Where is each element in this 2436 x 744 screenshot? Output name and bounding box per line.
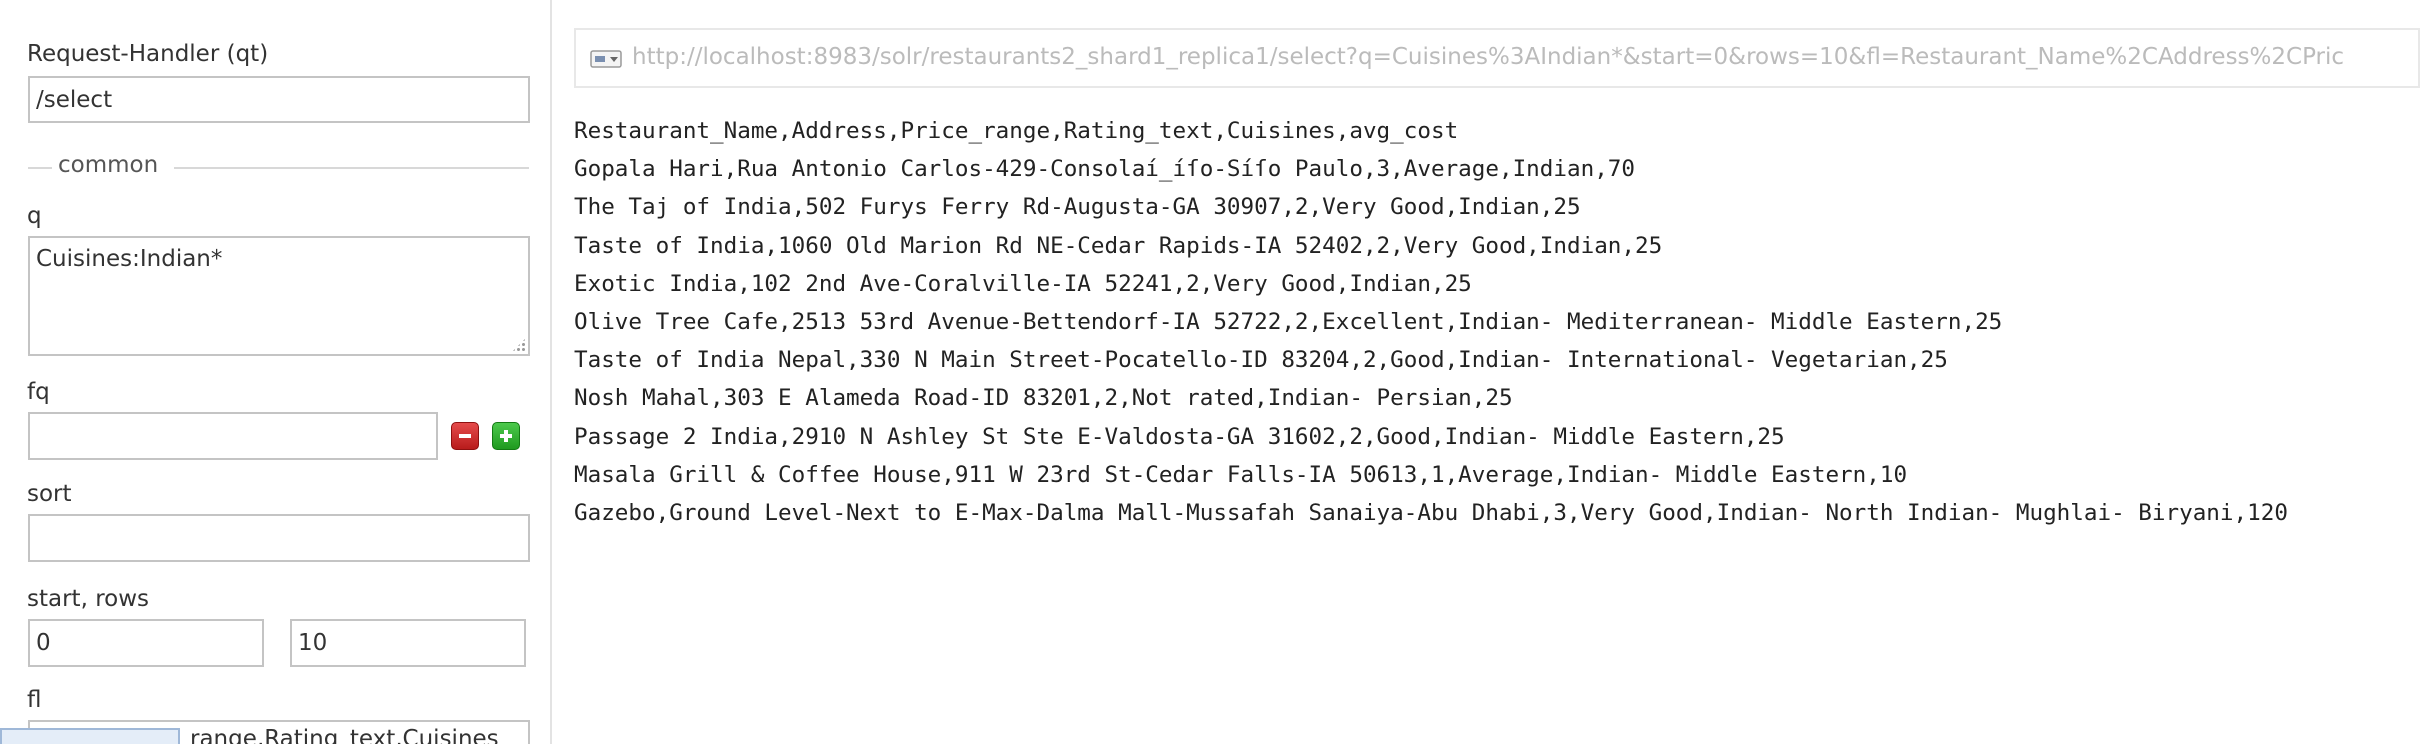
start-input[interactable] [28, 619, 264, 667]
response-panel: http://localhost:8983/solr/restaurants2_… [552, 0, 2436, 744]
csv-data-row: Passage 2 India,2910 N Ashley St Ste E-V… [574, 423, 1785, 450]
autocomplete-tab[interactable] [0, 728, 180, 744]
fq-label: fq [27, 379, 50, 405]
sort-input[interactable] [28, 514, 530, 562]
fl-label: fl [27, 687, 42, 713]
request-handler-input[interactable] [28, 76, 530, 123]
query-form-panel: Request-Handler (qt) common q Cuisines:I… [0, 0, 552, 744]
csv-data-row: The Taj of India,502 Furys Ferry Rd-Augu… [574, 194, 1581, 221]
minus-icon [459, 434, 471, 438]
csv-data-row: Exotic India,102 2nd Ave-Coralville-IA 5… [574, 270, 1472, 297]
fl-input-value: range,Rating_text,Cuisines [190, 726, 499, 744]
fq-input[interactable] [28, 412, 438, 460]
fq-remove-button[interactable] [451, 422, 479, 450]
csv-header-row: Restaurant_Name,Address,Price_range,Rati… [574, 118, 1459, 144]
q-textarea[interactable]: Cuisines:Indian* [28, 236, 530, 356]
csv-data-row: Gopala Hari,Rua Antonio Carlos-429-Conso… [574, 156, 1636, 183]
rows-input[interactable] [290, 619, 526, 667]
request-handler-label: Request-Handler (qt) [27, 41, 269, 67]
q-textarea-wrapper: Cuisines:Indian* [28, 236, 530, 356]
csv-data-row: Nosh Mahal,303 E Alameda Road-ID 83201,2… [574, 385, 1513, 412]
csv-data-row: Masala Grill & Coffee House,911 W 23rd S… [574, 461, 1908, 488]
request-url-icon [590, 50, 622, 68]
plus-icon [500, 430, 512, 442]
csv-data-row: Olive Tree Cafe,2513 53rd Avenue-Bettend… [574, 308, 2003, 335]
common-fieldset-legend: common [58, 152, 159, 178]
csv-data-row: Taste of India Nepal,330 N Main Street-P… [574, 347, 1948, 374]
request-url-link[interactable]: http://localhost:8983/solr/restaurants2_… [632, 44, 2344, 70]
request-url-bar[interactable]: http://localhost:8983/solr/restaurants2_… [574, 28, 2420, 88]
sort-label: sort [27, 481, 72, 507]
csv-data-row: Taste of India,1060 Old Marion Rd NE-Ced… [574, 232, 1663, 259]
csv-data-row: Gazebo,Ground Level-Next to E-Max-Dalma … [574, 499, 2288, 526]
start-rows-label: start, rows [27, 586, 150, 612]
fq-add-button[interactable] [492, 422, 520, 450]
common-fieldset-divider-left [28, 167, 52, 169]
q-label: q [27, 203, 42, 229]
response-csv-output: Restaurant_Name,Address,Price_range,Rati… [574, 112, 2288, 532]
common-fieldset-divider-right [174, 167, 529, 169]
